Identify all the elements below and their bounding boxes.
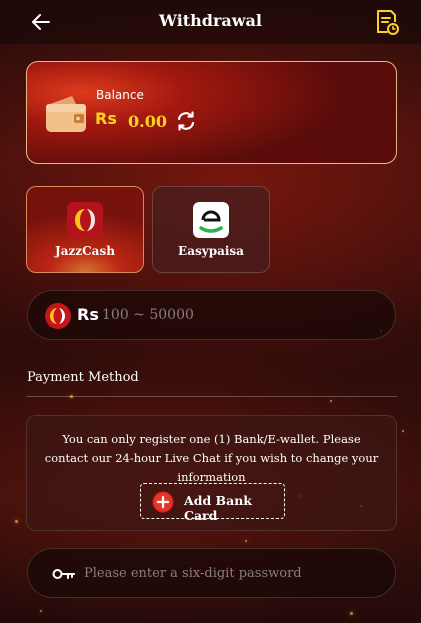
add-bank-card-button[interactable]: Add Bank Card <box>140 483 285 523</box>
refresh-icon <box>177 111 195 131</box>
balance-currency: Rs <box>95 109 117 128</box>
withdrawal-record-button[interactable] <box>374 8 400 36</box>
balance-card: Balance Rs 0.00 <box>26 61 397 164</box>
bank-notice-text: You can only register one (1) Bank/E-wal… <box>44 432 379 484</box>
payment-method-title: Payment Method <box>27 370 139 385</box>
method-label: JazzCash <box>55 244 115 258</box>
refresh-button[interactable] <box>175 110 197 132</box>
password-input[interactable] <box>84 561 374 585</box>
easypaisa-logo-icon <box>193 202 229 238</box>
amount-field: Rs <box>27 290 396 340</box>
jazzcash-icon <box>45 303 71 329</box>
top-bar: Withdrawal <box>0 0 421 44</box>
jazzcash-logo-icon <box>67 202 103 238</box>
amount-currency: Rs <box>77 305 99 324</box>
wallet-icon <box>46 96 86 132</box>
amount-input[interactable] <box>102 303 372 327</box>
key-icon <box>52 569 75 579</box>
divider <box>26 396 397 397</box>
balance-amount: 0.00 <box>128 112 167 131</box>
record-clock-icon <box>377 10 399 35</box>
method-jazzcash[interactable]: JazzCash <box>26 186 144 273</box>
add-bank-card-label: Add Bank Card <box>184 493 252 523</box>
bank-card-panel: You can only register one (1) Bank/E-wal… <box>26 415 397 531</box>
password-field <box>27 548 396 598</box>
method-label: Easypaisa <box>178 244 244 258</box>
method-easypaisa[interactable]: Easypaisa <box>152 186 270 273</box>
page-title: Withdrawal <box>159 11 262 30</box>
plus-circle-icon <box>152 491 174 513</box>
balance-label: Balance <box>96 88 144 102</box>
